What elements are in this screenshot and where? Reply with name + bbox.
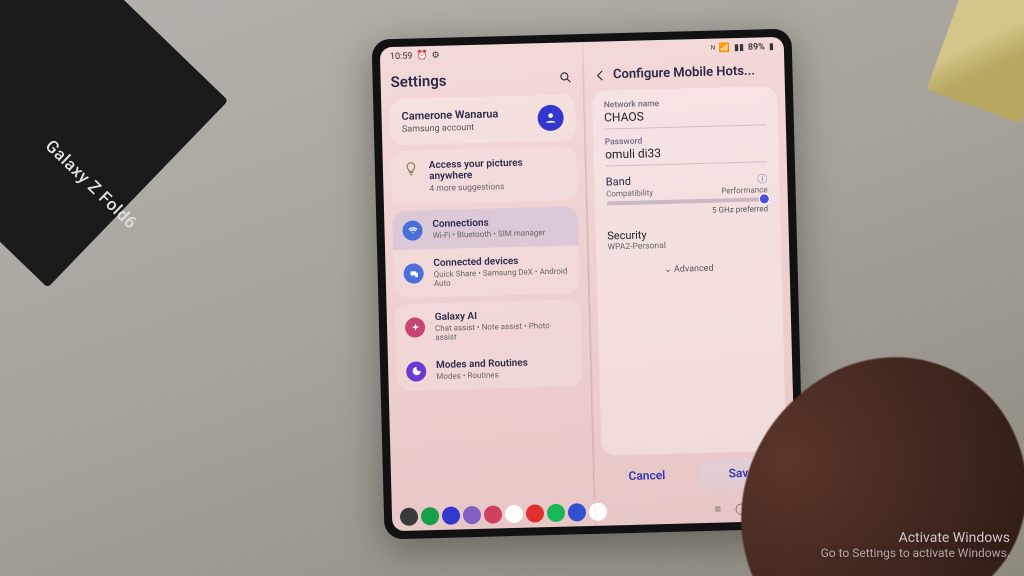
- sidebar-item-sub: Chat assist • Note assist • Photo assist: [435, 320, 571, 342]
- product-box: Galaxy Z Fold6: [0, 0, 228, 288]
- cancel-button[interactable]: Cancel: [603, 459, 691, 491]
- battery-icon: ▮: [769, 42, 774, 52]
- sidebar-item-sub: Modes • Routines: [436, 370, 528, 381]
- sparkle-icon: [405, 317, 426, 338]
- device-screen: 10:59 ⏰ ⚙ ᴺ 📶 ▮▮ 89% ▮ Settings: [380, 37, 797, 531]
- overlay-title: Activate Windows: [821, 530, 1010, 546]
- signal-icon: ▮▮: [734, 43, 744, 53]
- account-card[interactable]: Camerone Wanarua Samsung account: [389, 94, 576, 145]
- windows-activation-overlay: Activate Windows Go to Settings to activ…: [821, 530, 1010, 560]
- band-label: Band: [606, 175, 631, 189]
- avatar: [537, 105, 564, 132]
- back-icon[interactable]: [593, 68, 607, 82]
- alarm-icon: ⏰: [416, 51, 427, 61]
- decor-block: [926, 0, 1024, 123]
- phone-app-icon[interactable]: [421, 507, 439, 525]
- spotify-app-icon[interactable]: [547, 504, 565, 522]
- suggestion-title: Access your pictures anywhere: [429, 157, 565, 183]
- hotspot-form: Network name CHAOS Password omuli di33 B…: [591, 86, 786, 456]
- search-icon[interactable]: [558, 70, 572, 84]
- password-field[interactable]: omuli di33: [605, 143, 767, 166]
- slider-thumb[interactable]: [759, 193, 770, 204]
- status-right: ᴺ 📶 ▮▮ 89% ▮: [711, 42, 774, 55]
- info-icon[interactable]: ⓘ: [757, 170, 767, 185]
- suggestion-card[interactable]: Access your pictures anywhere 4 more sug…: [390, 146, 577, 205]
- band-value: 5 GHz preferred: [607, 204, 769, 217]
- product-brand-text: Galaxy Z Fold6: [41, 136, 141, 233]
- hotspot-title: Configure Mobile Hots...: [613, 64, 755, 83]
- overlay-sub: Go to Settings to activate Windows.: [821, 546, 1010, 560]
- app-icon[interactable]: [505, 505, 523, 523]
- sidebar-item-sub: Wi-Fi • Bluetooth • SIM manager: [433, 228, 546, 240]
- lightbulb-icon: [403, 160, 419, 176]
- pane-hotspot: Configure Mobile Hots... Network name CH…: [583, 57, 796, 498]
- slider-min-label: Compatibility: [606, 188, 653, 198]
- devices-icon: [403, 263, 424, 284]
- gear-icon: ⚙: [431, 51, 439, 61]
- account-name: Camerone Wanarua: [401, 107, 498, 123]
- wifi-icon: [402, 220, 423, 241]
- settings-list-top: Connections Wi-Fi • Bluetooth • SIM mana…: [392, 206, 580, 298]
- sidebar-item-connections[interactable]: Connections Wi-Fi • Bluetooth • SIM mana…: [392, 206, 578, 250]
- sidebar-item-modes[interactable]: Modes and Routines Modes • Routines: [396, 347, 582, 391]
- suggestion-sub: 4 more suggestions: [429, 181, 565, 195]
- recents-button[interactable]: ≡: [714, 502, 721, 515]
- battery-percent: 89%: [748, 42, 765, 52]
- youtube-app-icon[interactable]: [526, 504, 544, 522]
- gallery-app-icon[interactable]: [484, 505, 502, 523]
- wifi-icon: 📶: [719, 43, 730, 53]
- status-time: 10:59: [390, 52, 413, 63]
- home-button[interactable]: ◯: [735, 501, 748, 514]
- sidebar-item-connected-devices[interactable]: Connected devices Quick Share • Samsung …: [393, 245, 580, 298]
- sidebar-item-sub: Quick Share • Samsung DeX • Android Auto: [434, 266, 570, 288]
- settings-list-bottom: Galaxy AI Chat assist • Note assist • Ph…: [394, 299, 582, 391]
- chevron-down-icon: ⌄: [664, 265, 672, 275]
- pane-settings: Settings Camerone Wanarua Samsung accoun…: [380, 62, 594, 503]
- status-left: 10:59 ⏰ ⚙: [390, 51, 440, 62]
- advanced-toggle[interactable]: ⌄ Advanced: [608, 262, 770, 276]
- nav-extra-button[interactable]: ⌄: [779, 500, 789, 513]
- browser-app-icon[interactable]: [463, 506, 481, 524]
- settings-title: Settings: [390, 69, 552, 91]
- moon-icon: [406, 361, 427, 382]
- network-name-field[interactable]: CHAOS: [604, 106, 766, 129]
- contacts-app-icon[interactable]: [442, 506, 460, 524]
- back-button[interactable]: ‹: [761, 501, 765, 514]
- device-frame: 10:59 ⏰ ⚙ ᴺ 📶 ▮▮ 89% ▮ Settings: [372, 29, 805, 540]
- account-sub: Samsung account: [402, 122, 499, 135]
- app-icon[interactable]: [568, 503, 586, 521]
- messages-app-icon[interactable]: [589, 503, 607, 521]
- sidebar-item-galaxy-ai[interactable]: Galaxy AI Chat assist • Note assist • Ph…: [394, 299, 581, 352]
- app-icon[interactable]: [400, 508, 418, 526]
- nfc-icon: ᴺ: [711, 43, 715, 54]
- save-button[interactable]: Save: [698, 457, 786, 489]
